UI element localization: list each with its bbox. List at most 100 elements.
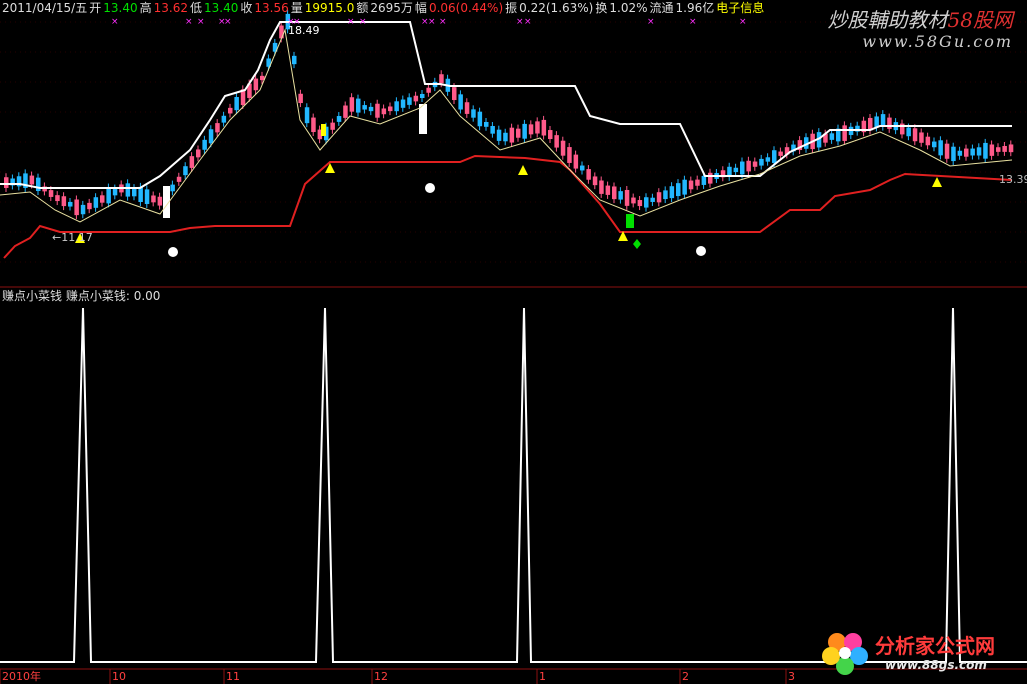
candle-body (413, 95, 419, 102)
candle-body (746, 160, 751, 172)
candle-body (957, 150, 963, 156)
float-label: 流通 (649, 1, 674, 15)
x-axis-tick: 2010年 (2, 670, 41, 683)
candle-body (349, 97, 355, 112)
candle-body (669, 186, 675, 199)
candle-body (183, 166, 188, 176)
peak-price-label: 18.49 (288, 24, 320, 37)
candle-body (484, 121, 489, 127)
close-value: 13.56 (254, 1, 289, 15)
candle-body (656, 192, 662, 203)
candle-body (112, 188, 118, 196)
candle-body (356, 98, 361, 113)
candle-body (701, 175, 707, 185)
candle-body (637, 200, 643, 207)
diamond-signal-icon (633, 239, 641, 249)
watermark-url: www.58Gu.com (862, 32, 1013, 51)
close-label: 收 (240, 1, 253, 15)
candle-body (842, 125, 847, 141)
x-marker-icon: × (359, 17, 367, 27)
candle-body (996, 147, 1001, 152)
candle-body (221, 115, 227, 123)
candle-body (234, 97, 239, 111)
candle-body (586, 169, 591, 180)
x-marker-icon: × (739, 17, 747, 27)
x-marker-icon: × (689, 17, 697, 27)
candle-body (778, 151, 783, 156)
candle-body (650, 197, 655, 202)
candle-body (676, 183, 681, 197)
sub-panel-header: 赚点小菜钱 赚点小菜钱: 0.00 (2, 288, 160, 304)
candle-body (336, 116, 342, 122)
candle-body (919, 132, 924, 143)
candle-body (626, 214, 634, 228)
candle-body (477, 111, 483, 127)
x-axis-tick: 12 (374, 670, 388, 683)
x-marker-icon: × (347, 17, 355, 27)
candle-body (599, 180, 604, 194)
candle-body (503, 132, 508, 142)
x-axis-tick: 3 (788, 670, 795, 683)
open-label: 开 (89, 1, 102, 15)
candle-body (330, 122, 335, 130)
candle-body (471, 109, 476, 118)
amplitude-label: 振 (505, 1, 518, 15)
candle-body (682, 179, 687, 195)
candle-body (215, 123, 220, 133)
info-link[interactable]: 电子信息 (716, 1, 764, 15)
candle-body (592, 176, 598, 186)
candle-body (509, 127, 515, 143)
candle-body (228, 107, 233, 114)
candle-body (906, 127, 911, 137)
candle-body (925, 136, 931, 146)
logo: 分析家公式网 www.88gs.com (819, 628, 1019, 676)
x-marker-icon: × (428, 17, 436, 27)
candle-body (407, 97, 412, 105)
candle-body (74, 199, 79, 216)
date-label: 2011/04/15/五 (2, 1, 88, 15)
x-marker-icon: × (111, 17, 119, 27)
candle-body (36, 177, 41, 192)
candle-body (695, 179, 700, 186)
candle-body (541, 119, 547, 136)
x-axis-tick: 11 (226, 670, 240, 683)
candle-body (573, 154, 579, 169)
candle-body (394, 101, 399, 112)
candle-body (151, 195, 156, 203)
candle-body (612, 186, 617, 200)
x-marker-icon: × (197, 17, 205, 27)
indicator-spike-line (0, 307, 1027, 663)
candle-body (496, 129, 502, 141)
candle-body (343, 105, 348, 118)
amount-label: 额 (356, 1, 369, 15)
low-value: 13.40 (203, 1, 239, 15)
candle-body (202, 139, 207, 150)
candle-body (759, 158, 764, 166)
candle-body (624, 189, 630, 206)
candle-body (29, 175, 35, 185)
candle-body (452, 87, 457, 101)
candle-body (880, 114, 886, 127)
high-value: 13.62 (153, 1, 188, 15)
candle-body (490, 126, 495, 134)
upper-band-line (0, 21, 1012, 189)
x-marker-icon: × (524, 17, 532, 27)
candle-body (938, 140, 943, 156)
candle-body (208, 129, 214, 144)
candle-body (976, 147, 982, 156)
candle-body (522, 123, 527, 139)
candle-body (528, 124, 534, 135)
candle-body (189, 156, 195, 168)
candle-body (887, 117, 892, 129)
candle-body (253, 78, 259, 91)
candle-body (426, 87, 431, 93)
candle-body (618, 191, 623, 200)
candle-body (752, 161, 758, 167)
right-price-label: 13.39 (999, 173, 1027, 186)
candle-body (944, 143, 950, 159)
chart-canvas: ×××××××××××××××××18.4913.39←11.17 (0, 9, 1027, 684)
flower-logo-icon (822, 633, 868, 675)
candle-body (196, 149, 201, 158)
candle-body (989, 144, 995, 156)
candle-body (292, 55, 297, 65)
